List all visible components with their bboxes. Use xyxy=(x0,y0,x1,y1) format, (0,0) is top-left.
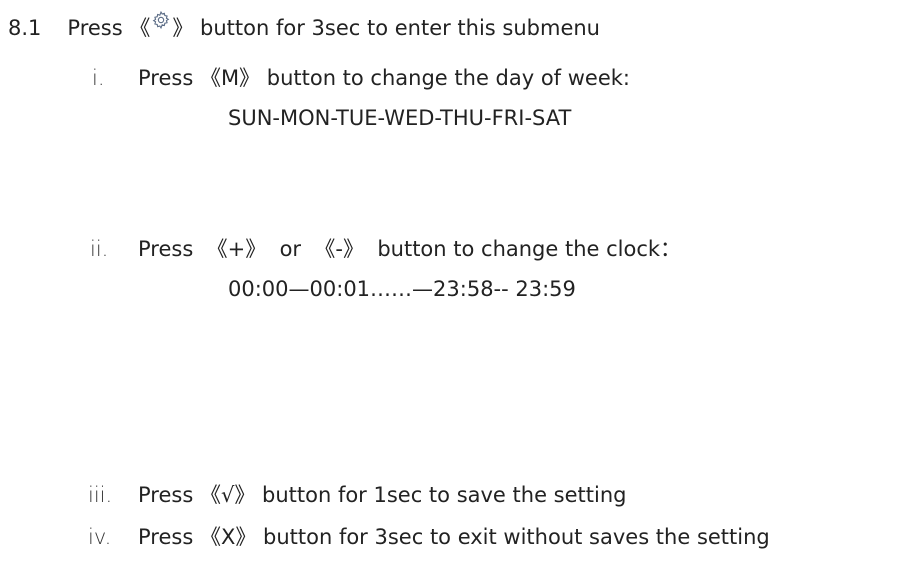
section-number: 8.1 xyxy=(8,16,42,40)
step-3-numeral: iii. xyxy=(88,483,113,507)
step-2-text: Press 《+》 or 《-》 button to change the cl… xyxy=(138,237,682,261)
section-heading: 8.1 Press 《》 button for 3sec to enter thi… xyxy=(8,10,600,42)
clock-sequence: 00:00—00:01……—23:58-- 23:59 xyxy=(228,277,576,301)
step-4-text: Press 《X》 button for 3sec to exit withou… xyxy=(138,525,770,549)
step-2-numeral: ii. xyxy=(90,237,109,261)
step-1-detail: SUN-MON-TUE-WED-THU-FRI-SAT xyxy=(228,104,571,132)
step-2-detail: 00:00—00:01……—23:58-- 23:59 xyxy=(228,275,576,303)
day-of-week-sequence: SUN-MON-TUE-WED-THU-FRI-SAT xyxy=(228,106,572,130)
step-1-text: Press 《M》 button to change the day of we… xyxy=(138,66,631,90)
step-3-text: Press 《√》 button for 1sec to save the se… xyxy=(138,483,627,507)
section-text-before-icon: Press 《 xyxy=(67,16,151,40)
gear-icon xyxy=(151,10,171,30)
step-1-numeral: i. xyxy=(92,66,105,90)
step-4-numeral: iv. xyxy=(88,525,112,549)
section-text-after-icon: 》 button for 3sec to enter this submenu xyxy=(172,16,600,40)
